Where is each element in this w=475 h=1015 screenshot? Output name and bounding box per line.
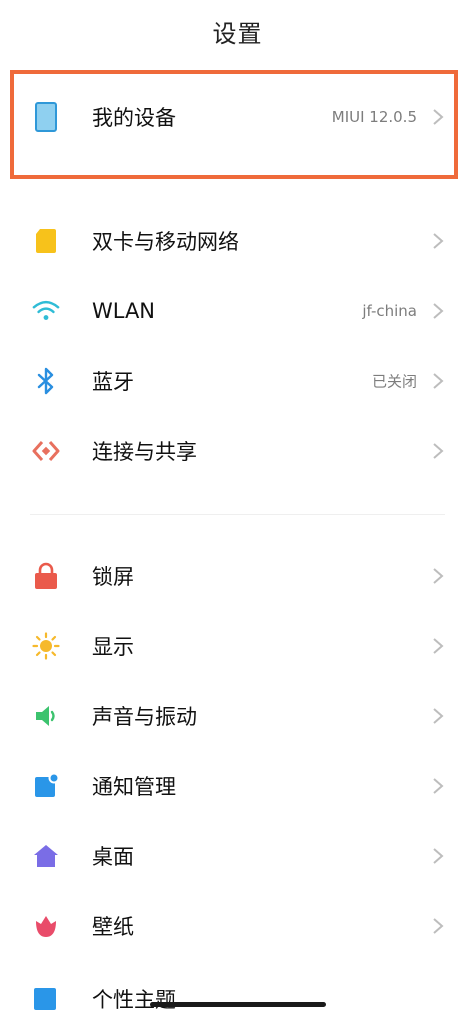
chevron-right-icon (433, 708, 444, 724)
display-label: 显示 (92, 635, 134, 659)
sound-vibration-label: 声音与振动 (92, 705, 197, 729)
chevron-right-icon (433, 233, 444, 249)
sound-vibration-item[interactable]: 声音与振动 (0, 681, 475, 751)
wallpaper-item[interactable]: 壁纸 (0, 891, 475, 961)
home-indicator[interactable] (150, 1002, 326, 1007)
notification-icon (32, 772, 60, 800)
section-divider (30, 514, 445, 515)
chevron-right-icon (433, 303, 444, 319)
notifications-item[interactable]: 通知管理 (0, 751, 475, 821)
page-title: 设置 (212, 20, 263, 48)
chevron-right-icon (433, 778, 444, 794)
chevron-right-icon (433, 918, 444, 934)
chevron-right-icon (433, 373, 444, 389)
sim-mobile-network-item[interactable]: 双卡与移动网络 (0, 206, 475, 276)
home-screen-item[interactable]: 桌面 (0, 821, 475, 891)
chevron-right-icon (433, 443, 444, 459)
display-item[interactable]: 显示 (0, 611, 475, 681)
wlan-label: WLAN (92, 299, 156, 323)
home-screen-label: 桌面 (92, 845, 134, 869)
sim-mobile-network-label: 双卡与移动网络 (92, 230, 239, 254)
lock-icon (32, 562, 60, 590)
lock-screen-label: 锁屏 (92, 565, 134, 589)
wifi-icon (32, 297, 60, 325)
wlan-network-name: jf-china (362, 302, 417, 320)
highlight-box (10, 70, 458, 179)
lock-screen-item[interactable]: 锁屏 (0, 541, 475, 611)
themes-label: 个性主题 (92, 988, 176, 1012)
sim-card-icon (32, 227, 60, 255)
notifications-label: 通知管理 (92, 775, 176, 799)
connection-sharing-item[interactable]: 连接与共享 (0, 416, 475, 486)
bluetooth-item[interactable]: 蓝牙 已关闭 (0, 346, 475, 416)
home-icon (32, 842, 60, 870)
chevron-right-icon (433, 848, 444, 864)
wallpaper-label: 壁纸 (92, 915, 134, 939)
themes-item[interactable]: 个性主题 (0, 984, 475, 1015)
speaker-icon (32, 702, 60, 730)
bluetooth-label: 蓝牙 (92, 370, 134, 394)
chevron-right-icon (433, 638, 444, 654)
connection-share-icon (32, 437, 60, 465)
wlan-item[interactable]: WLAN jf-china (0, 276, 475, 346)
connection-sharing-label: 连接与共享 (92, 440, 197, 464)
bluetooth-status: 已关闭 (371, 372, 417, 391)
sun-icon (32, 632, 60, 660)
bluetooth-icon (32, 367, 60, 395)
chevron-right-icon (433, 568, 444, 584)
flower-icon (32, 912, 60, 940)
theme-icon (34, 988, 58, 1015)
